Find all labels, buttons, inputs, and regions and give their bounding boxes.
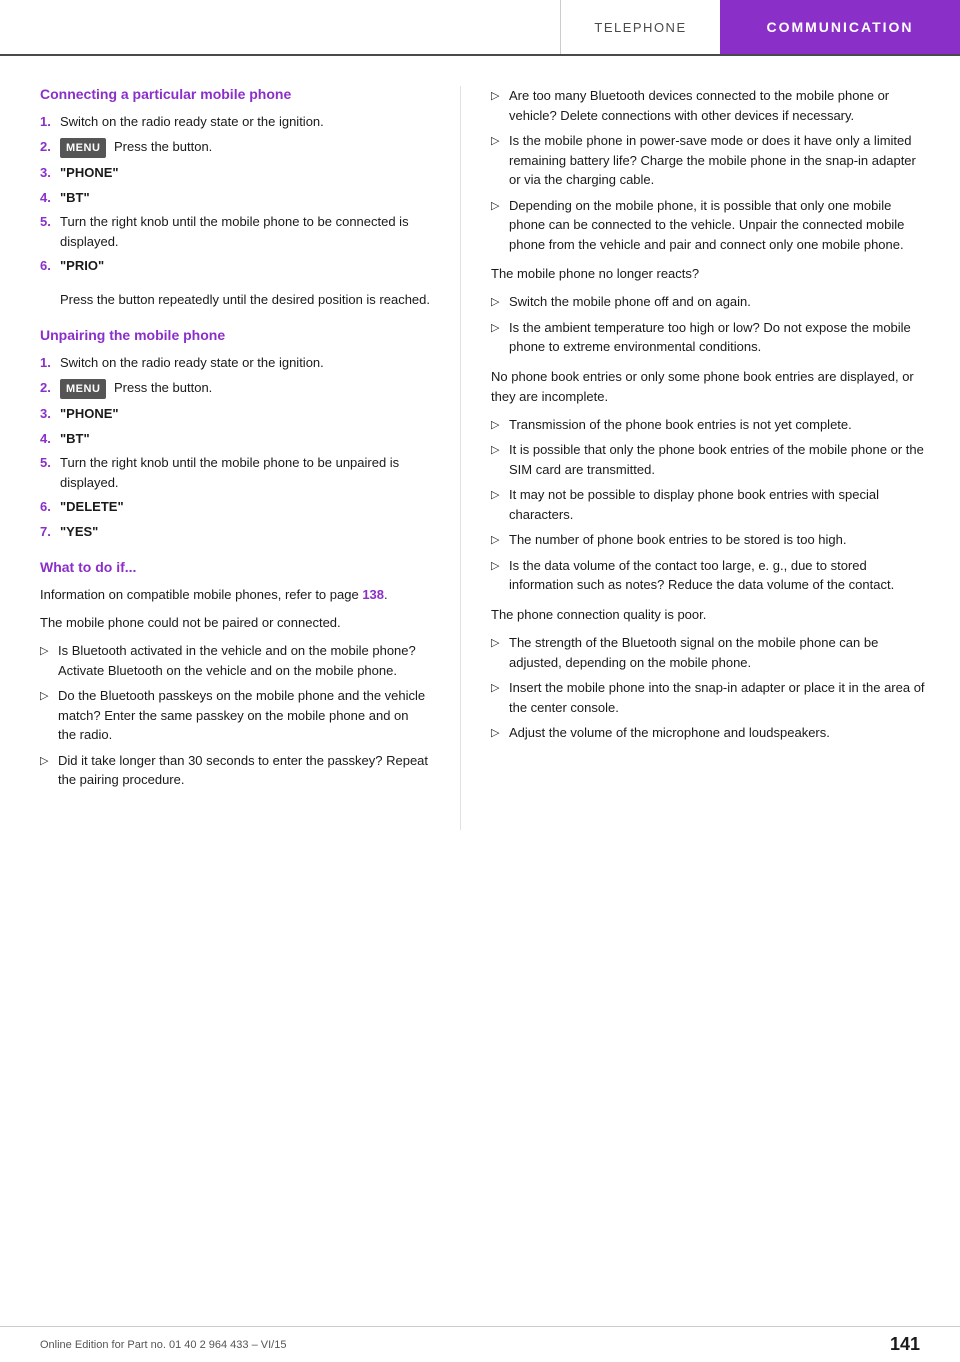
list-item: ▷ Is Bluetooth activated in the vehicle … (40, 641, 430, 680)
list-item: ▷ Is the ambient temperature too high or… (491, 318, 930, 357)
section2-steps: 1. Switch on the radio ready state or th… (40, 353, 430, 541)
page-footer: Online Edition for Part no. 01 40 2 964 … (0, 1326, 960, 1362)
list-item: ▷ Depending on the mobile phone, it is p… (491, 196, 930, 255)
list-item: ▷ It is possible that only the phone boo… (491, 440, 930, 479)
header-telephone: TELEPHONE (560, 0, 720, 54)
para-no-entries: No phone book entries or only some phone… (491, 367, 930, 407)
para-poor: The phone connection quality is poor. (491, 605, 930, 625)
page-header: TELEPHONE COMMUNICATION (0, 0, 960, 56)
bullets-no-entries: ▷ Transmission of the phone book entries… (491, 415, 930, 595)
para-no-longer: The mobile phone no longer reacts? (491, 264, 930, 284)
main-content: Connecting a particular mobile phone 1. … (0, 56, 960, 830)
list-item: 1. Switch on the radio ready state or th… (40, 112, 430, 132)
telephone-label: TELEPHONE (594, 20, 686, 35)
arrow-icon: ▷ (491, 292, 509, 312)
list-item: 2. MENU Press the button. (40, 137, 430, 159)
section3-para2: The mobile phone could not be paired or … (40, 613, 430, 633)
list-item: 6. "DELETE" (40, 497, 430, 517)
arrow-icon: ▷ (491, 633, 509, 672)
list-item: 5. Turn the right knob until the mobile … (40, 453, 430, 492)
section1-sub-note: Press the button repeatedly until the de… (40, 290, 430, 310)
bullets-poor: ▷ The strength of the Bluetooth signal o… (491, 633, 930, 743)
arrow-icon: ▷ (40, 686, 58, 745)
arrow-icon: ▷ (491, 415, 509, 435)
header-left (0, 0, 560, 54)
list-item: ▷ Is the data volume of the contact too … (491, 556, 930, 595)
section1-title: Connecting a particular mobile phone (40, 86, 430, 102)
list-item: ▷ Switch the mobile phone off and on aga… (491, 292, 930, 312)
page-link-138[interactable]: 138 (362, 587, 384, 602)
bullets-no-longer: ▷ Switch the mobile phone off and on aga… (491, 292, 930, 357)
section2-title: Unpairing the mobile phone (40, 327, 430, 343)
list-item: ▷ Did it take longer than 30 seconds to … (40, 751, 430, 790)
menu-button-icon-2: MENU (60, 379, 106, 400)
list-item: 4. "BT" (40, 188, 430, 208)
list-item: ▷ Do the Bluetooth passkeys on the mobil… (40, 686, 430, 745)
arrow-icon: ▷ (40, 641, 58, 680)
list-item: 7. "YES" (40, 522, 430, 542)
list-item: 3. "PHONE" (40, 404, 430, 424)
list-item: ▷ It may not be possible to display phon… (491, 485, 930, 524)
communication-label: COMMUNICATION (766, 19, 913, 35)
arrow-icon: ▷ (491, 678, 509, 717)
section3-bullets: ▷ Is Bluetooth activated in the vehicle … (40, 641, 430, 790)
arrow-icon: ▷ (491, 86, 509, 125)
arrow-icon: ▷ (491, 131, 509, 190)
list-item: ▷ Are too many Bluetooth devices connect… (491, 86, 930, 125)
right-col-bullets-top: ▷ Are too many Bluetooth devices connect… (491, 86, 930, 254)
arrow-icon: ▷ (491, 530, 509, 550)
right-column: ▷ Are too many Bluetooth devices connect… (460, 86, 960, 830)
arrow-icon: ▷ (491, 556, 509, 595)
list-item: ▷ The strength of the Bluetooth signal o… (491, 633, 930, 672)
list-item: ▷ Insert the mobile phone into the snap-… (491, 678, 930, 717)
section1-steps: 1. Switch on the radio ready state or th… (40, 112, 430, 276)
header-communication: COMMUNICATION (720, 0, 960, 54)
section3-title: What to do if... (40, 559, 430, 575)
list-item: 1. Switch on the radio ready state or th… (40, 353, 430, 373)
list-item: 2. MENU Press the button. (40, 378, 430, 400)
footer-page-number: 141 (890, 1334, 920, 1355)
arrow-icon: ▷ (40, 751, 58, 790)
list-item: ▷ The number of phone book entries to be… (491, 530, 930, 550)
list-item: ▷ Is the mobile phone in power-save mode… (491, 131, 930, 190)
list-item: 4. "BT" (40, 429, 430, 449)
menu-button-icon: MENU (60, 138, 106, 159)
arrow-icon: ▷ (491, 196, 509, 255)
footer-text: Online Edition for Part no. 01 40 2 964 … (40, 1339, 286, 1351)
list-item: 3. "PHONE" (40, 163, 430, 183)
arrow-icon: ▷ (491, 318, 509, 357)
list-item: 6. "PRIO" (40, 256, 430, 276)
list-item: 5. Turn the right knob until the mobile … (40, 212, 430, 251)
arrow-icon: ▷ (491, 723, 509, 743)
list-item: ▷ Adjust the volume of the microphone an… (491, 723, 930, 743)
arrow-icon: ▷ (491, 440, 509, 479)
left-column: Connecting a particular mobile phone 1. … (0, 86, 460, 830)
list-item: ▷ Transmission of the phone book entries… (491, 415, 930, 435)
section3-para1: Information on compatible mobile phones,… (40, 585, 430, 605)
arrow-icon: ▷ (491, 485, 509, 524)
